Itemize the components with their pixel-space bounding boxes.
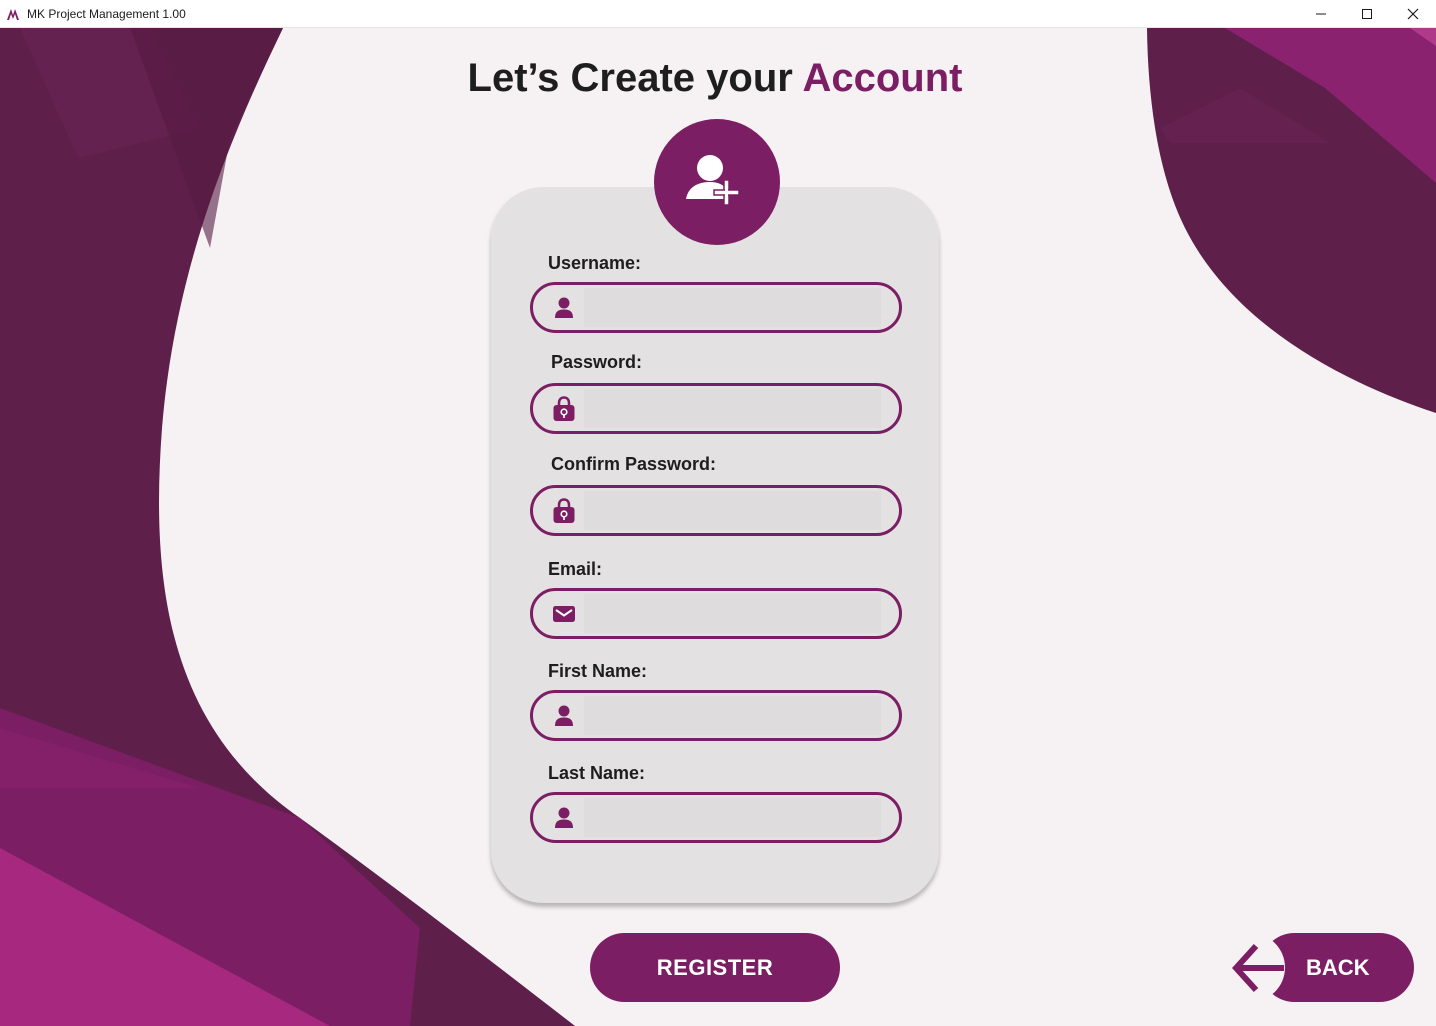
add-user-icon	[686, 155, 740, 206]
close-icon	[1407, 8, 1419, 19]
window-controls	[1298, 0, 1436, 27]
back-button-label: BACK	[1306, 954, 1370, 980]
user-icon	[550, 294, 578, 322]
last-name-input[interactable]	[584, 798, 881, 837]
close-window-button[interactable]	[1390, 0, 1436, 27]
back-button[interactable]: BACK	[1230, 933, 1414, 1002]
window-title: MK Project Management 1.00	[27, 6, 186, 21]
confirm-password-input[interactable]	[584, 491, 881, 530]
password-label: Password:	[551, 352, 643, 372]
user-icon	[550, 804, 578, 832]
first-name-field	[530, 690, 902, 741]
page-title-prefix: Let’s Create your	[467, 56, 803, 100]
minimize-icon	[1316, 13, 1326, 14]
password-input[interactable]	[584, 389, 881, 428]
last-name-field	[530, 792, 902, 843]
first-name-input[interactable]	[584, 696, 881, 735]
avatar-add-user	[654, 119, 780, 245]
lock-icon	[550, 497, 578, 525]
register-screen: Let’s Create your Account Username: Pass…	[0, 28, 1436, 1026]
app-logo-icon	[7, 8, 19, 20]
email-label: Email:	[548, 559, 603, 579]
window-titlebar: MK Project Management 1.00	[0, 0, 1436, 28]
page-title-accent: Account	[802, 56, 963, 100]
username-input[interactable]	[584, 288, 881, 327]
lock-icon	[550, 395, 578, 423]
user-icon	[550, 702, 578, 730]
confirm-password-field	[530, 485, 902, 536]
register-button[interactable]: REGISTER	[590, 933, 840, 1002]
minimize-button[interactable]	[1298, 0, 1344, 27]
arrow-left-icon	[1232, 943, 1284, 993]
email-field	[530, 588, 902, 639]
password-field	[530, 383, 902, 434]
last-name-label: Last Name:	[548, 763, 646, 783]
email-input[interactable]	[584, 594, 881, 633]
mail-icon	[550, 600, 578, 628]
page-title: Let’s Create your Account	[0, 56, 1430, 101]
username-label: Username:	[548, 253, 642, 273]
confirm-password-label: Confirm Password:	[551, 454, 717, 474]
maximize-icon	[1362, 8, 1372, 19]
maximize-button[interactable]	[1344, 0, 1390, 27]
username-field	[530, 282, 902, 333]
first-name-label: First Name:	[548, 661, 648, 681]
